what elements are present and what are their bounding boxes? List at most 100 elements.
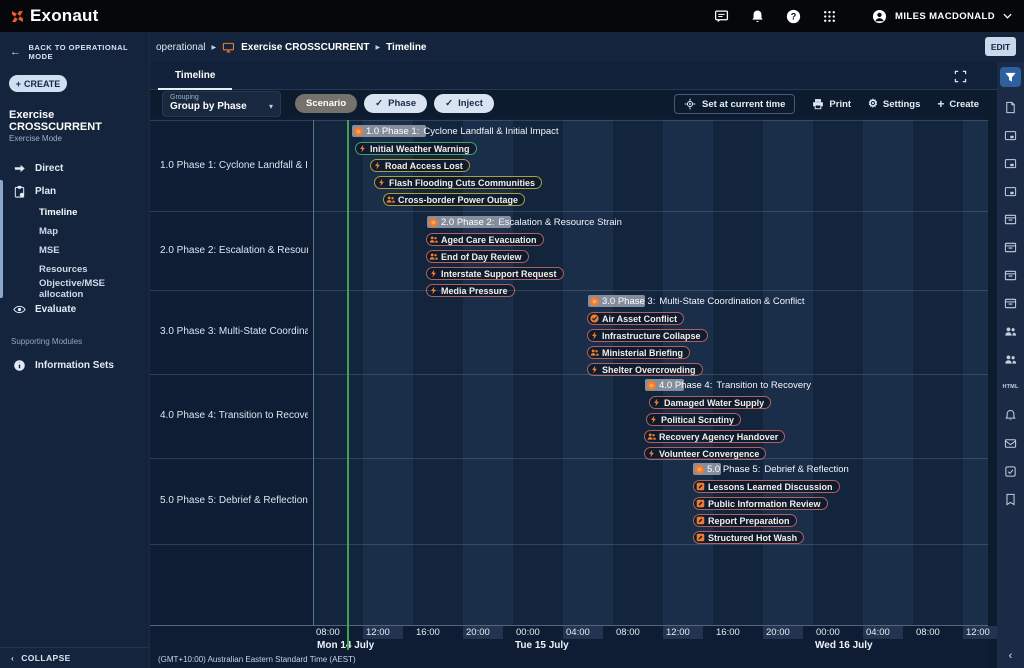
people-icon	[386, 195, 395, 204]
rail-filter-icon[interactable]	[1000, 67, 1021, 87]
tab-timeline[interactable]: Timeline	[158, 62, 232, 90]
rail-people-icon[interactable]	[1000, 323, 1021, 339]
inject-pill[interactable]: Aged Care Evacuation	[426, 233, 544, 246]
rail-archive-icon[interactable]	[1000, 239, 1021, 255]
axis-date-label: Tue 15 July	[515, 640, 569, 651]
chat-icon[interactable]	[714, 9, 729, 24]
breadcrumb-exercise[interactable]: Exercise CROSSCURRENT	[241, 42, 369, 53]
inject-pill[interactable]: Initial Weather Warning	[355, 142, 477, 155]
inject-pill[interactable]: Air Asset Conflict	[587, 312, 684, 325]
sidebar-item-direct[interactable]: Direct	[0, 157, 149, 180]
rail-archive-icon[interactable]	[1000, 295, 1021, 311]
chevron-left-icon: ‹	[11, 653, 14, 663]
row-label: 3.0 Phase 3: Multi-State Coordination...	[160, 326, 308, 337]
sidebar-item-resources[interactable]: Resources	[0, 260, 149, 279]
rail-items: HTML	[997, 62, 1024, 507]
inject-label: Flash Flooding Cuts Communities	[389, 178, 535, 188]
phase-title: Cyclone Landfall & Initial Impact	[423, 126, 558, 137]
phase-bar[interactable]: 1.0 Phase 1:Cyclone Landfall & Initial I…	[352, 125, 559, 137]
back-to-operational-mode-link[interactable]: ← BACK TO OPERATIONAL MODE	[0, 32, 149, 65]
set-at-current-time-button[interactable]: Set at current time	[674, 94, 795, 114]
notifications-bell-icon[interactable]	[750, 9, 765, 24]
rail-book-icon[interactable]	[1000, 491, 1021, 507]
inject-pill[interactable]: Political Scrutiny	[646, 413, 741, 426]
inject-pill[interactable]: Recovery Agency Handover	[644, 430, 785, 443]
inject-pill[interactable]: Lessons Learned Discussion	[693, 480, 840, 493]
app-logo: Exonaut	[10, 6, 98, 26]
inject-pill[interactable]: Ministerial Briefing	[587, 346, 690, 359]
chip-scenario[interactable]: Scenario	[295, 94, 357, 113]
sidebar-collapse-button[interactable]: ‹ COLLAPSE	[0, 647, 149, 668]
axis-tick-label: 04:00	[866, 627, 890, 638]
inject-pill[interactable]: Road Access Lost	[370, 159, 470, 172]
settings-button[interactable]: ⚙ Settings	[868, 98, 920, 110]
inject-pill[interactable]: Damaged Water Supply	[649, 396, 771, 409]
back-arrow-icon: ←	[10, 49, 22, 56]
inject-pill[interactable]: Infrastructure Collapse	[587, 329, 708, 342]
rail-card-icon[interactable]	[1000, 155, 1021, 171]
grouping-select[interactable]: Grouping Group by Phase ▾	[162, 91, 281, 117]
inject-pill[interactable]: Public Information Review	[693, 497, 828, 510]
timeline-toolbar: Grouping Group by Phase ▾ Scenario ✓Phase…	[150, 90, 997, 118]
top-bar: Exonaut ? MILES MACDONALD	[0, 0, 1024, 32]
info-icon	[13, 359, 26, 372]
row-divider	[150, 544, 988, 545]
account-menu[interactable]: MILES MACDONALD	[872, 9, 1012, 24]
help-icon[interactable]: ?	[786, 9, 801, 24]
edit-button[interactable]: EDIT	[985, 37, 1016, 56]
rail-card-icon[interactable]	[1000, 183, 1021, 199]
breadcrumb-timeline[interactable]: Timeline	[386, 42, 426, 53]
inject-label: Volunteer Convergence	[659, 449, 759, 459]
breadcrumb-operational[interactable]: operational	[156, 42, 205, 53]
note-icon	[696, 533, 705, 542]
exercise-title: Exercise CROSSCURRENT	[9, 109, 140, 133]
inject-pill[interactable]: Flash Flooding Cuts Communities	[374, 176, 542, 189]
chip-label: Inject	[458, 98, 483, 109]
phase-code: 3.0 Phase 3:	[602, 296, 655, 307]
rail-bell-icon[interactable]	[1000, 407, 1021, 423]
sidebar-item-map[interactable]: Map	[0, 222, 149, 241]
rail-collapse-button[interactable]: ‹	[997, 650, 1024, 662]
chip-phase[interactable]: ✓Phase	[364, 94, 427, 113]
rail-html-icon[interactable]: HTML	[1000, 379, 1021, 395]
rail-people-icon[interactable]	[1000, 351, 1021, 367]
apps-grid-icon[interactable]	[822, 9, 837, 24]
people-icon	[429, 235, 438, 244]
phase-bar[interactable]: 4.0 Phase 4:Transition to Recovery	[645, 379, 811, 391]
grouping-value: Group by Phase	[170, 101, 273, 112]
bolt-icon	[373, 161, 382, 170]
toolbar-actions: Set at current time Print ⚙ Settings + C…	[674, 94, 979, 114]
rail-checklist-icon[interactable]	[1000, 463, 1021, 479]
phase-bar[interactable]: 2.0 Phase 2:Escalation & Resource Strain	[427, 216, 622, 228]
inject-pill[interactable]: End of Day Review	[426, 250, 529, 263]
sidebar-item-mse[interactable]: MSE	[0, 241, 149, 260]
inject-pill[interactable]: Cross-border Power Outage	[383, 193, 525, 206]
rail-card-icon[interactable]	[1000, 127, 1021, 143]
sidebar-item-timeline[interactable]: Timeline	[0, 203, 149, 222]
create-inject-button[interactable]: + Create	[937, 98, 979, 110]
inject-label: Road Access Lost	[385, 161, 463, 171]
bolt-icon	[377, 178, 386, 187]
inject-pill[interactable]: Structured Hot Wash	[693, 531, 804, 544]
inject-pill[interactable]: Report Preparation	[693, 514, 797, 527]
rail-archive-icon[interactable]	[1000, 267, 1021, 283]
phase-bar[interactable]: 3.0 Phase 3:Multi-State Coordination & C…	[588, 295, 805, 307]
check-icon	[590, 314, 599, 323]
row-label: 5.0 Phase 5: Debrief & Reflection	[160, 495, 308, 506]
fullscreen-icon[interactable]	[954, 70, 967, 83]
print-button[interactable]: Print	[812, 98, 851, 110]
rail-mail-icon[interactable]	[1000, 435, 1021, 451]
rail-file-icon[interactable]	[1000, 99, 1021, 115]
sidebar-item-plan[interactable]: Plan	[0, 180, 149, 203]
rail-archive-icon[interactable]	[1000, 211, 1021, 227]
axis-tick-label: 04:00	[566, 627, 590, 638]
create-button[interactable]: + CREATE	[9, 75, 67, 92]
chip-inject[interactable]: ✓Inject	[434, 94, 494, 113]
inject-pill[interactable]: Interstate Support Request	[426, 267, 564, 280]
sidebar-item-information-sets[interactable]: Information Sets	[0, 354, 149, 377]
exercise-mode-label: Exercise Mode	[9, 134, 140, 143]
sidebar-item-evaluate[interactable]: Evaluate	[0, 298, 149, 321]
inject-label: Interstate Support Request	[441, 269, 557, 279]
sidebar-item-objective-mse-allocation[interactable]: Objective/MSE allocation	[0, 279, 149, 298]
phase-bar[interactable]: 5.0 Phase 5:Debrief & Reflection	[693, 463, 849, 475]
